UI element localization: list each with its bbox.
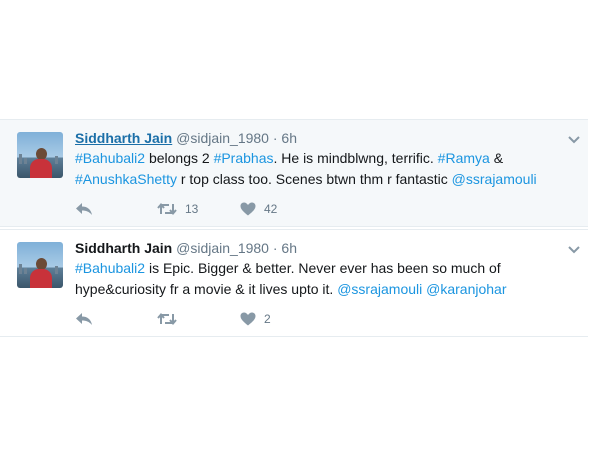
tweet-text-segment: is Epic. Bigger & better. Never ever has… — [145, 260, 501, 276]
tweet-text-segment: hype&curiosity fr a movie & it lives upt… — [75, 281, 338, 297]
like-count: 42 — [264, 202, 278, 216]
user-name[interactable]: Siddharth Jain — [75, 130, 172, 146]
retweet-icon — [157, 202, 177, 216]
reply-icon — [76, 203, 92, 215]
tweet[interactable]: Siddharth Jain @sidjain_1980 · 6h #Bahub… — [0, 119, 588, 227]
tweet-header: Siddharth Jain @sidjain_1980 · 6h — [75, 239, 572, 257]
chevron-down-icon — [568, 246, 580, 254]
tweet-text-line: hype&curiosity fr a movie & it lives upt… — [75, 279, 572, 300]
timestamp[interactable]: 6h — [281, 240, 297, 256]
hashtag-link[interactable]: #Bahubali2 — [75, 260, 145, 276]
tweet-text-line: #Bahubali2 belongs 2 #Prabhas. He is min… — [75, 148, 572, 169]
heart-icon — [240, 202, 256, 216]
like-button[interactable]: 2 — [240, 310, 271, 328]
tweet-text-line: #Bahubali2 is Epic. Bigger & better. Nev… — [75, 258, 572, 279]
tweet-text: #Bahubali2 belongs 2 #Prabhas. He is min… — [75, 148, 572, 190]
mention-link[interactable]: @karanjohar — [426, 281, 506, 297]
reply-icon — [76, 313, 92, 325]
more-options-button[interactable] — [568, 131, 580, 149]
tweet-header: Siddharth Jain @sidjain_1980 · 6h — [75, 129, 572, 147]
more-options-button[interactable] — [568, 241, 580, 259]
user-handle[interactable]: @sidjain_1980 — [176, 240, 269, 256]
reply-button[interactable] — [75, 200, 93, 218]
retweet-button[interactable] — [157, 310, 185, 328]
tweet[interactable]: Siddharth Jain @sidjain_1980 · 6h #Bahub… — [0, 229, 588, 337]
mention-link[interactable]: @ssrajamouli — [337, 281, 422, 297]
hashtag-link[interactable]: #Bahubali2 — [75, 150, 145, 166]
user-handle[interactable]: @sidjain_1980 — [176, 130, 269, 146]
hashtag-link[interactable]: #Ramya — [438, 150, 490, 166]
hashtag-link[interactable]: #AnushkaShetty — [75, 171, 177, 187]
heart-icon — [240, 312, 256, 326]
tweet-text-line: #AnushkaShetty r top class too. Scenes b… — [75, 169, 572, 190]
like-count: 2 — [264, 312, 271, 326]
separator: · — [272, 240, 278, 256]
reply-button[interactable] — [75, 310, 93, 328]
like-button[interactable]: 42 — [240, 200, 277, 218]
tweet-text-segment: . He is mindblwng, terrific. — [273, 150, 438, 166]
tweet-text-segment: belongs 2 — [145, 150, 214, 166]
tweet-feed: Siddharth Jain @sidjain_1980 · 6h #Bahub… — [0, 119, 588, 337]
user-name[interactable]: Siddharth Jain — [75, 240, 172, 256]
hashtag-link[interactable]: #Prabhas — [214, 150, 274, 166]
avatar[interactable] — [17, 132, 63, 178]
mention-link[interactable]: @ssrajamouli — [452, 171, 537, 187]
avatar[interactable] — [17, 242, 63, 288]
chevron-down-icon — [568, 136, 580, 144]
tweet-text-segment: r top class too. Scenes btwn thm r fanta… — [176, 171, 452, 187]
retweet-button[interactable]: 13 — [157, 200, 198, 218]
separator: · — [272, 130, 278, 146]
timestamp[interactable]: 6h — [281, 130, 297, 146]
tweet-text: #Bahubali2 is Epic. Bigger & better. Nev… — [75, 258, 572, 300]
retweet-count: 13 — [185, 202, 199, 216]
retweet-icon — [157, 312, 177, 326]
tweet-text-segment: & — [489, 150, 504, 166]
